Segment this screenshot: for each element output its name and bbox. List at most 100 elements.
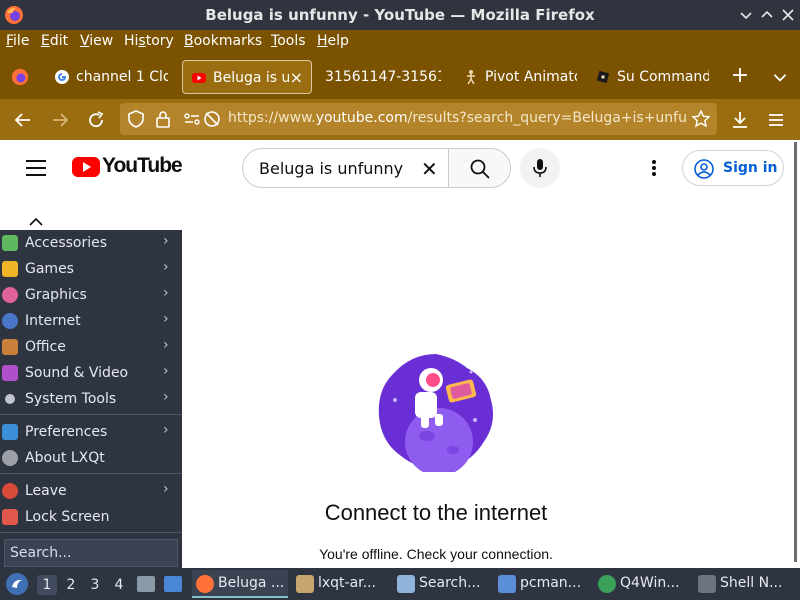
menu-help[interactable]: Help: [317, 33, 349, 49]
menu-lock-screen[interactable]: Lock Screen: [0, 504, 182, 530]
tab-label: Su Command: [617, 69, 709, 85]
task-pcmanfm[interactable]: pcman...: [494, 570, 590, 598]
menu-sound-video[interactable]: Sound & Video ›: [0, 360, 182, 386]
tab-close-button[interactable]: ×: [290, 61, 303, 93]
workspace-3[interactable]: 3: [85, 575, 105, 595]
sign-in-label: Sign in: [723, 160, 778, 176]
stickfigure-icon: [467, 70, 475, 85]
tab-label: Pivot Animato: [485, 69, 577, 85]
firefox-view-icon[interactable]: [11, 68, 29, 86]
home-icon[interactable]: [28, 217, 44, 231]
reload-icon[interactable]: [85, 109, 107, 131]
tab-google[interactable]: channel 1 Clo: [46, 60, 174, 94]
menu-leave[interactable]: Leave ›: [0, 478, 182, 504]
tab-pivot[interactable]: Pivot Animato: [455, 60, 583, 94]
download-icon[interactable]: [729, 109, 751, 131]
menu-help-accel: H: [317, 33, 328, 49]
menu-tools[interactable]: Tools: [271, 33, 306, 49]
url-bar[interactable]: https://www.youtube.com/results?search_q…: [120, 103, 717, 135]
autoplay-blocked-icon[interactable]: [202, 109, 222, 129]
menu-games[interactable]: Games ›: [0, 256, 182, 282]
settings-more-icon[interactable]: [652, 160, 656, 176]
menu-file[interactable]: File: [6, 33, 29, 49]
clear-search-icon[interactable]: ✕: [421, 157, 438, 181]
menu-preferences[interactable]: Preferences ›: [0, 419, 182, 445]
youtube-logo-icon[interactable]: [72, 157, 100, 177]
minimize-button[interactable]: [738, 7, 754, 23]
youtube-logo-text[interactable]: YouTube: [102, 154, 183, 178]
back-icon[interactable]: [12, 109, 34, 131]
menu-bookmarks[interactable]: Bookmarks: [184, 33, 262, 49]
menu-item-label: Office: [25, 339, 66, 355]
chevron-up-icon: [761, 10, 773, 18]
list-all-tabs-icon[interactable]: [771, 68, 789, 86]
menu-internet[interactable]: Internet ›: [0, 308, 182, 334]
new-tab-button[interactable]: +: [730, 65, 750, 87]
page-content: YouTube Beluga is unfunny ✕ Sign in Conn…: [0, 140, 800, 568]
menu-item-label: Preferences: [25, 424, 108, 440]
menu-history[interactable]: History: [124, 33, 174, 49]
chevron-right-icon: ›: [163, 389, 169, 405]
file-cabinet-icon[interactable]: [137, 576, 155, 592]
menu-edit[interactable]: Edit: [41, 33, 68, 49]
menu-view[interactable]: View: [80, 33, 113, 49]
menu-graphics[interactable]: Graphics ›: [0, 282, 182, 308]
menu-file-accel: F: [6, 33, 14, 49]
task-label: Shell N...: [720, 575, 783, 591]
tab-su-command[interactable]: Su Command: [587, 60, 715, 94]
window-title: Beluga is unfunny - YouTube — Mozilla Fi…: [205, 6, 595, 24]
page-scrollbar[interactable]: [794, 142, 797, 562]
menu-office[interactable]: Office ›: [0, 334, 182, 360]
task-q4wine[interactable]: Q4Win...: [594, 570, 690, 598]
power-icon: [2, 483, 18, 499]
workspace-2[interactable]: 2: [61, 575, 81, 595]
menu-separator: [0, 473, 182, 474]
voice-search-button[interactable]: [520, 148, 560, 188]
accessories-icon: [2, 235, 18, 251]
task-search[interactable]: Search...: [393, 570, 489, 598]
tab-document[interactable]: 31561147-31561: [317, 60, 447, 94]
office-icon: [2, 339, 18, 355]
navigation-toolbar: https://www.youtube.com/results?search_q…: [0, 99, 800, 140]
task-label: lxqt-ar...: [318, 575, 377, 591]
menu-bar: File Edit View History Bookmarks Tools H…: [0, 30, 800, 54]
start-menu-button[interactable]: [6, 573, 28, 595]
search-input[interactable]: Beluga is unfunny ✕: [242, 148, 448, 188]
task-label: pcman...: [520, 575, 582, 591]
workspace-4[interactable]: 4: [109, 575, 129, 595]
task-lxqt-archiver[interactable]: lxqt-ar...: [292, 570, 388, 598]
maximize-button[interactable]: [759, 7, 775, 23]
bookmark-star-icon[interactable]: [691, 109, 711, 129]
menu-accessories[interactable]: Accessories ›: [0, 230, 182, 256]
chevron-right-icon: ›: [163, 363, 169, 379]
preferences-icon: [2, 424, 18, 440]
app-menu-icon[interactable]: [765, 109, 787, 131]
url-text[interactable]: https://www.youtube.com/results?search_q…: [228, 110, 686, 126]
menu-search-placeholder: Search...: [10, 545, 72, 561]
task-firefox[interactable]: Beluga ...: [192, 570, 288, 598]
menu-about-lxqt[interactable]: About LXQt: [0, 445, 182, 471]
menu-system-tools[interactable]: System Tools ›: [0, 386, 182, 412]
firefox-icon: [196, 575, 214, 593]
search-tool-icon: [397, 575, 415, 593]
lock-icon[interactable]: [153, 109, 173, 129]
menu-search-input[interactable]: Search...: [4, 539, 178, 567]
search-button[interactable]: [448, 148, 511, 188]
permissions-icon[interactable]: [182, 109, 202, 129]
workspace-1[interactable]: 1: [37, 575, 57, 595]
info-icon: [2, 450, 18, 466]
forward-icon[interactable]: [49, 109, 71, 131]
menu-bookmarks-rest: ookmarks: [193, 33, 263, 49]
graphics-icon: [2, 287, 18, 303]
menu-help-rest: elp: [327, 33, 349, 49]
archive-icon: [296, 575, 314, 593]
guide-menu-icon[interactable]: [26, 160, 46, 176]
sign-in-button[interactable]: Sign in: [682, 150, 784, 186]
task-shell[interactable]: Shell N...: [694, 570, 798, 598]
google-icon: [55, 70, 69, 84]
close-window-button[interactable]: [780, 7, 796, 23]
tab-label: 31561147-31561: [325, 69, 441, 85]
shield-icon[interactable]: [126, 109, 146, 129]
tab-youtube[interactable]: Beluga is unfu ×: [182, 60, 312, 94]
show-desktop-icon[interactable]: [164, 576, 182, 592]
